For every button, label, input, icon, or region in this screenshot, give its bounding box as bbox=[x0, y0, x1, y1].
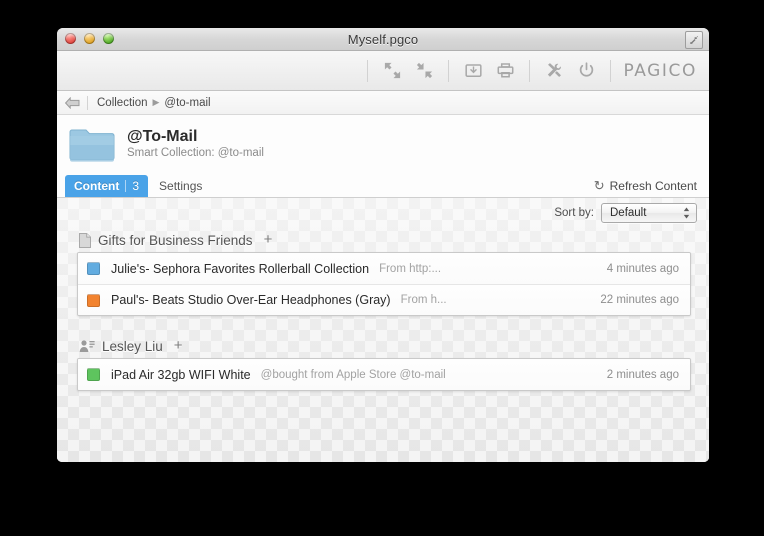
toolbar-divider bbox=[367, 59, 369, 82]
printer-icon bbox=[497, 63, 514, 78]
item-title: iPad Air 32gb WIFI White bbox=[111, 367, 251, 382]
power-icon bbox=[579, 62, 594, 77]
group-add-button[interactable]: + bbox=[264, 232, 273, 247]
resize-button[interactable] bbox=[685, 31, 703, 49]
print-button[interactable] bbox=[489, 57, 521, 85]
folder-icon bbox=[69, 125, 115, 163]
item-timestamp: 22 minutes ago bbox=[600, 294, 679, 306]
archive-download-icon bbox=[465, 64, 482, 77]
breadcrumb-current: @to-mail bbox=[164, 96, 211, 109]
collapse-arrows-icon bbox=[416, 62, 433, 79]
list-item[interactable]: Julie's- Sephora Favorites Rollerball Co… bbox=[78, 253, 690, 284]
pagico-logo-text: PAGICO bbox=[623, 60, 697, 81]
sort-select-value: Default bbox=[610, 207, 647, 219]
tools-button[interactable] bbox=[538, 57, 570, 85]
tab-bar: Content 3 Settings ↻ Refresh Content bbox=[57, 172, 709, 198]
main-toolbar: PAGICO bbox=[57, 51, 709, 91]
back-arrow-icon[interactable] bbox=[65, 96, 80, 109]
window-title: Myself.pgco bbox=[347, 31, 419, 47]
toolbar-divider bbox=[448, 59, 450, 82]
close-button[interactable] bbox=[65, 33, 76, 44]
hammer-wrench-icon bbox=[547, 63, 561, 78]
item-title: Julie's- Sephora Favorites Rollerball Co… bbox=[111, 261, 370, 276]
resize-icon bbox=[690, 36, 698, 44]
project-document-icon bbox=[79, 232, 91, 248]
collection-header: @To-Mail Smart Collection: @to-mail bbox=[57, 115, 709, 172]
item-card: iPad Air 32gb WIFI White @bought from Ap… bbox=[77, 358, 691, 391]
breadcrumb: Collection ▶ @to-mail bbox=[57, 91, 709, 115]
group-header: Lesley Liu + bbox=[77, 334, 691, 358]
group-add-button[interactable]: + bbox=[174, 338, 183, 353]
tab-content-badge: 3 bbox=[132, 179, 140, 193]
tab-settings-label: Settings bbox=[159, 179, 203, 193]
group-header: Gifts for Business Friends + bbox=[77, 228, 691, 252]
sort-select[interactable]: Default bbox=[601, 203, 697, 223]
toolbar-divider bbox=[529, 59, 531, 82]
item-timestamp: 2 minutes ago bbox=[606, 368, 679, 381]
sort-label: Sort by: bbox=[554, 207, 594, 219]
refresh-icon: ↻ bbox=[593, 178, 605, 193]
minimize-button[interactable] bbox=[84, 33, 95, 44]
item-color-swatch bbox=[87, 293, 100, 307]
item-timestamp: 4 minutes ago bbox=[606, 262, 679, 275]
item-title: Paul's- Beats Studio Over-Ear Headphones… bbox=[111, 293, 391, 307]
list-item[interactable]: iPad Air 32gb WIFI White @bought from Ap… bbox=[78, 359, 690, 390]
item-card: Julie's- Sephora Favorites Rollerball Co… bbox=[77, 252, 691, 316]
refresh-content-button[interactable]: ↻ Refresh Content bbox=[594, 178, 697, 194]
archive-button[interactable] bbox=[457, 57, 489, 85]
tab-content[interactable]: Content 3 bbox=[65, 175, 149, 197]
sort-bar: Sort by: Default bbox=[57, 198, 709, 228]
pagico-logo: PAGICO bbox=[619, 61, 697, 81]
item-meta: @bought from Apple Store @to-mail bbox=[260, 368, 446, 381]
item-meta: From http:... bbox=[379, 262, 442, 275]
group-gifts-for-business-friends: Gifts for Business Friends + Julie's- Se… bbox=[77, 228, 691, 316]
collection-text: @To-Mail Smart Collection: @to-mail bbox=[127, 127, 264, 161]
refresh-content-label: Refresh Content bbox=[609, 179, 697, 193]
zoom-button[interactable] bbox=[103, 33, 114, 44]
breadcrumb-root[interactable]: Collection bbox=[97, 97, 148, 109]
group-title: Gifts for Business Friends bbox=[98, 232, 253, 248]
tab-badge-divider bbox=[125, 180, 127, 192]
app-window: Myself.pgco PAGICO Collection ▶ @to-mail… bbox=[57, 28, 709, 462]
window-titlebar: Myself.pgco bbox=[57, 28, 709, 51]
tab-content-label: Content bbox=[74, 179, 120, 193]
tab-settings[interactable]: Settings bbox=[150, 175, 211, 197]
contact-person-icon bbox=[79, 339, 95, 353]
collection-subtitle: Smart Collection: @to-mail bbox=[127, 146, 264, 159]
screen: Myself.pgco PAGICO Collection ▶ @to-mail… bbox=[0, 0, 764, 536]
content-area: Sort by: Default Gifts for Business Frie… bbox=[57, 198, 709, 462]
breadcrumb-divider bbox=[87, 95, 88, 110]
breadcrumb-separator-icon: ▶ bbox=[152, 97, 160, 107]
item-color-swatch bbox=[87, 262, 100, 275]
stepper-arrows-icon bbox=[683, 207, 690, 220]
list-item[interactable]: Paul's- Beats Studio Over-Ear Headphones… bbox=[78, 284, 690, 315]
power-button[interactable] bbox=[570, 57, 602, 85]
window-controls bbox=[65, 33, 114, 44]
item-color-swatch bbox=[87, 368, 100, 381]
expand-arrows-icon bbox=[384, 62, 401, 79]
collapse-all-button[interactable] bbox=[408, 57, 440, 85]
collection-title: @To-Mail bbox=[127, 127, 198, 145]
group-title: Lesley Liu bbox=[102, 338, 163, 354]
expand-all-button[interactable] bbox=[376, 57, 408, 85]
group-lesley-liu: Lesley Liu + iPad Air 32gb WIFI White @b… bbox=[77, 334, 691, 391]
item-meta: From h... bbox=[400, 294, 447, 306]
toolbar-divider bbox=[610, 59, 612, 82]
